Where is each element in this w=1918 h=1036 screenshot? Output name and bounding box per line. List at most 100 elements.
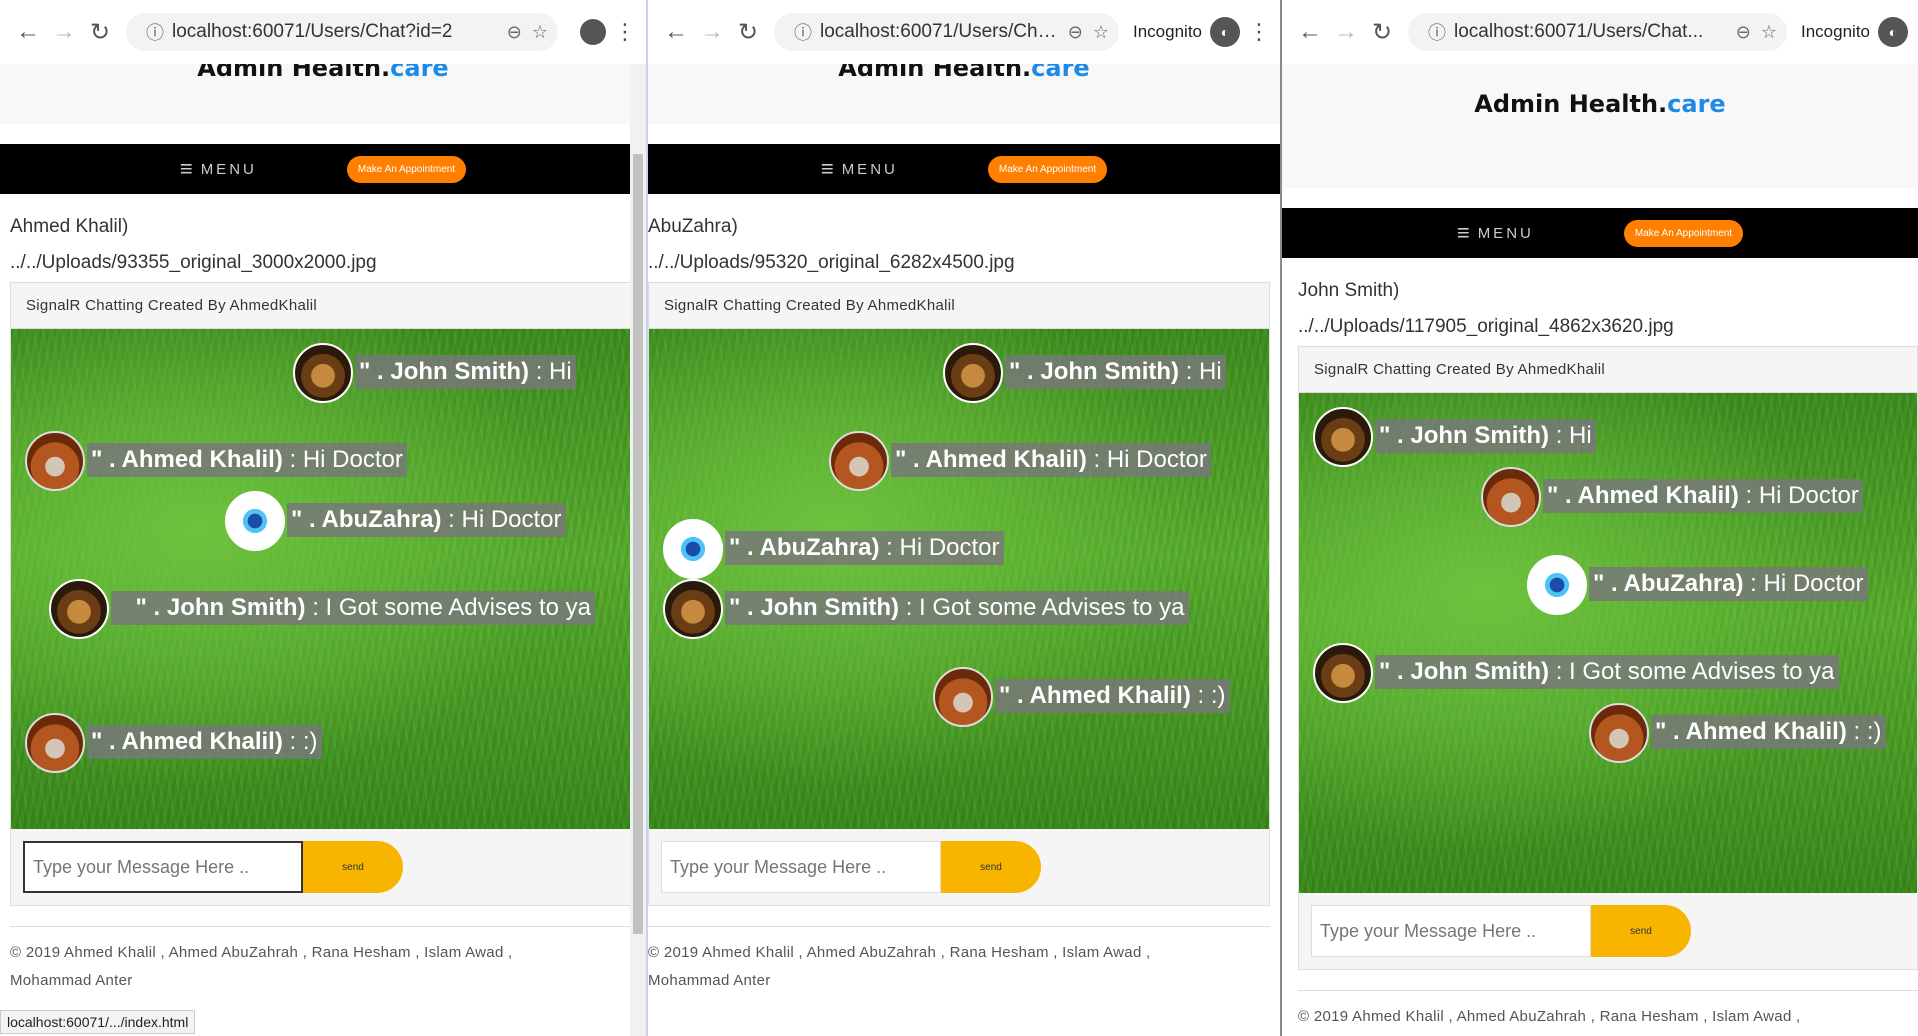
message-text: : Hi Doctor — [1738, 482, 1859, 509]
message-bubble: " . Ahmed Khalil) : :) — [995, 679, 1230, 713]
url-text: localhost:60071/Users/Chat... — [1454, 21, 1704, 42]
forward-arrow-icon[interactable]: → — [46, 14, 82, 50]
hamburger-icon: ≡ — [179, 156, 193, 181]
brand-title: Admin Health. — [1474, 90, 1668, 118]
lion-avatar — [49, 579, 109, 639]
chat-message: " . John Smith) : I Got some Advises to … — [663, 579, 1189, 639]
brand-title: Admin Health. — [838, 64, 1032, 82]
send-button[interactable]: send — [941, 841, 1041, 893]
current-user-photo-path: ../../Uploads/95320_original_6282x4500.j… — [648, 252, 1015, 273]
message-text: : Hi — [1179, 358, 1222, 385]
info-icon[interactable]: ⓘ — [794, 19, 812, 45]
incognito-icon[interactable]: ◐ — [1210, 17, 1240, 47]
message-bubble: " . Ahmed Khalil) : :) — [1651, 715, 1886, 749]
message-sender: " . Ahmed Khalil) — [895, 446, 1087, 473]
address-bar[interactable]: ⓘ localhost:60071/Users/Chat... ⊖ ☆ — [1408, 13, 1787, 51]
back-arrow-icon[interactable]: ← — [658, 14, 694, 50]
monkey-avatar — [1481, 467, 1541, 527]
more-menu-icon[interactable]: ⋮ — [1248, 19, 1270, 45]
reload-icon[interactable]: ↻ — [1364, 14, 1400, 50]
message-bubble: " . AbuZahra) : Hi Doctor — [287, 503, 566, 537]
forward-arrow-icon[interactable]: → — [1328, 14, 1364, 50]
profile-avatar-icon[interactable] — [580, 19, 606, 45]
current-user-photo-path: ../../Uploads/93355_original_3000x2000.j… — [10, 252, 377, 273]
footer-credits: © 2019 Ahmed Khalil , Ahmed AbuZahrah , … — [1298, 1003, 1908, 1031]
monkey-avatar — [1589, 703, 1649, 763]
address-bar[interactable]: ⓘ localhost:60071/Users/Chat?id=2 ⊖ ☆ — [126, 13, 558, 51]
menu-button[interactable]: ≡ MENU — [1457, 220, 1534, 246]
chat-message: " . John Smith) : Hi — [293, 343, 576, 403]
zoom-icon[interactable]: ⊖ — [1068, 22, 1083, 43]
chat-message: " . Ahmed Khalil) : :) — [25, 713, 322, 773]
scrollbar[interactable] — [630, 64, 646, 1036]
chat-messages: " . John Smith) : Hi " . Ahmed Khalil) :… — [11, 329, 635, 829]
chat-message: " . Ahmed Khalil) : :) — [1589, 703, 1886, 763]
chat-card: SignalR Chatting Created By AhmedKhalil … — [648, 282, 1270, 906]
message-bubble: " . John Smith) : Hi — [1005, 355, 1226, 389]
footer-line: Mohammad Anter — [648, 972, 771, 989]
chat-message: " . AbuZahra) : Hi Doctor — [663, 519, 1004, 579]
appointment-button[interactable]: Make An Appointment — [987, 155, 1108, 183]
chat-message: " . John Smith) : I Got some Advises to … — [1313, 643, 1839, 703]
footer-line: © 2019 Ahmed Khalil , Ahmed AbuZahrah , … — [10, 944, 513, 961]
brand-accent: care — [390, 64, 449, 82]
message-input[interactable] — [23, 841, 303, 893]
menu-button[interactable]: ≡ MENU — [180, 156, 257, 182]
incognito-label: Incognito — [1133, 22, 1202, 41]
zoom-icon[interactable]: ⊖ — [507, 22, 522, 43]
menu-button[interactable]: ≡ MENU — [821, 156, 898, 182]
appointment-button[interactable]: Make An Appointment — [1623, 219, 1744, 247]
message-text: : Hi — [1549, 422, 1592, 449]
browser-window-1: ← → ↻ ⓘ localhost:60071/Users/Chat?id=2 … — [0, 0, 648, 1036]
back-arrow-icon[interactable]: ← — [10, 14, 46, 50]
lion-avatar — [1313, 643, 1373, 703]
info-icon[interactable]: ⓘ — [146, 19, 164, 45]
menu-label: MENU — [841, 160, 898, 178]
brand-accent: care — [1031, 64, 1090, 82]
hamburger-icon: ≡ — [820, 156, 834, 181]
scrollbar-thumb[interactable] — [633, 154, 643, 934]
message-bubble: " . John Smith) : Hi — [1375, 419, 1596, 453]
appointment-button[interactable]: Make An Appointment — [346, 155, 467, 183]
current-user-name: John Smith) — [1298, 280, 1400, 301]
lion-avatar — [663, 579, 723, 639]
brand-header: Admin Health.care — [648, 64, 1280, 124]
footer-line: © 2019 Ahmed Khalil , Ahmed AbuZahrah , … — [648, 944, 1151, 961]
footer-line: Mohammad Anter — [10, 972, 133, 989]
message-bubble: " . AbuZahra) : Hi Doctor — [1589, 567, 1868, 601]
message-bubble: " . Ahmed Khalil) : Hi Doctor — [1543, 479, 1863, 513]
browser-toolbar: ← → ↻ ⓘ localhost:60071/Users/Chat?id=2 … — [0, 0, 646, 64]
message-input[interactable] — [661, 841, 941, 893]
message-text: : I Got some Advises to ya — [899, 594, 1185, 621]
chat-message: " . Ahmed Khalil) : Hi Doctor — [1481, 467, 1863, 527]
url-text: localhost:60071/Users/Chat?id=2 — [172, 21, 453, 42]
chat-message: " . AbuZahra) : Hi Doctor — [225, 491, 566, 551]
info-icon[interactable]: ⓘ — [1428, 19, 1446, 45]
address-bar[interactable]: ⓘ localhost:60071/Users/Chat... ⊖ ☆ — [774, 13, 1119, 51]
message-composer: send — [11, 829, 635, 905]
bookmark-star-icon[interactable]: ☆ — [1093, 22, 1109, 43]
zoom-icon[interactable]: ⊖ — [1736, 22, 1751, 43]
url-text: localhost:60071/Users/Chat... — [820, 21, 1058, 42]
send-button[interactable]: send — [303, 841, 403, 893]
nav-bar: ≡ MENU Make An Appointment — [1282, 208, 1918, 258]
message-text: : :) — [282, 728, 318, 755]
message-sender: " . Ahmed Khalil) — [1547, 482, 1739, 509]
more-menu-icon[interactable]: ⋮ — [614, 19, 636, 45]
back-arrow-icon[interactable]: ← — [1292, 14, 1328, 50]
monkey-avatar — [25, 713, 85, 773]
forward-arrow-icon[interactable]: → — [694, 14, 730, 50]
message-text: : :) — [1846, 718, 1882, 745]
chat-message: " . Ahmed Khalil) : :) — [933, 667, 1230, 727]
message-composer: send — [1299, 893, 1917, 969]
message-input[interactable] — [1311, 905, 1591, 957]
bookmark-star-icon[interactable]: ☆ — [1761, 22, 1777, 43]
reload-icon[interactable]: ↻ — [730, 14, 766, 50]
send-button[interactable]: send — [1591, 905, 1691, 957]
incognito-icon[interactable]: ◐ — [1878, 17, 1908, 47]
page-content: Admin Health.care ≡ MENU Make An Appointm… — [1282, 64, 1918, 1036]
footer-divider — [648, 926, 1270, 927]
bookmark-star-icon[interactable]: ☆ — [532, 22, 548, 43]
message-bubble: " . John Smith) : I Got some Advises to … — [725, 591, 1189, 625]
reload-icon[interactable]: ↻ — [82, 14, 118, 50]
